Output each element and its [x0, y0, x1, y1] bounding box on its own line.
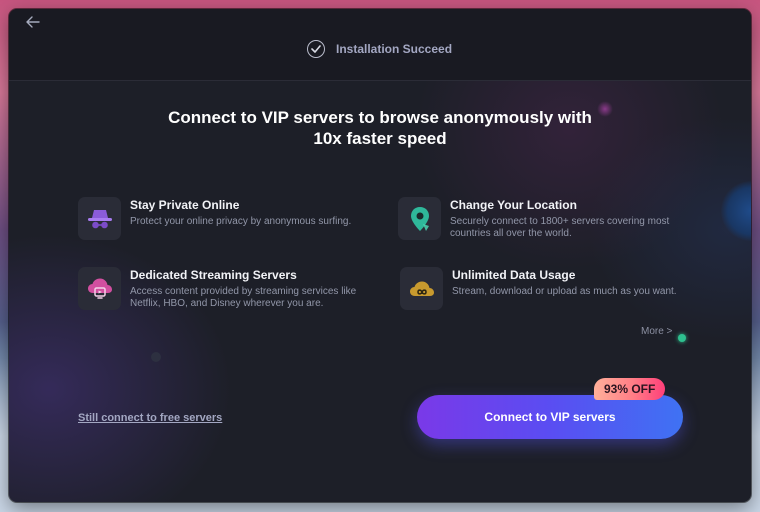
feature-description: Securely connect to 1800+ servers coveri…: [450, 216, 669, 240]
feature-description: Protect your online privacy by anonymous…: [130, 216, 352, 227]
streaming-cloud-icon: [78, 267, 121, 310]
desktop-background: Installation Succeed Connect to VIP serv…: [0, 0, 760, 512]
more-link[interactable]: More >: [641, 326, 672, 337]
feature-description: Stream, download or upload as much as yo…: [452, 286, 677, 297]
feature-description: Access content provided by streaming ser…: [130, 286, 356, 310]
incognito-icon: [78, 197, 121, 240]
feature-stay-private: Stay Private Online Protect your online …: [78, 197, 351, 240]
infinity-cloud-icon: [400, 267, 443, 310]
page-headline: Connect to VIP servers to browse anonymo…: [80, 107, 680, 149]
vpn-app-window: Installation Succeed Connect to VIP serv…: [9, 9, 751, 502]
decorative-glow: [597, 101, 613, 117]
description-line: Netflix, HBO, and Disney wherever you ar…: [130, 298, 324, 309]
feature-unlimited-data: Unlimited Data Usage Stream, download or…: [400, 267, 677, 310]
check-circle-icon: [307, 40, 325, 58]
headline-line-2: 10x faster speed: [313, 129, 447, 148]
status-text: Installation Succeed: [336, 42, 453, 56]
description-line: countries all over the world.: [450, 228, 572, 239]
arrow-left-icon: [26, 16, 40, 28]
description-line: Securely connect to 1800+ servers coveri…: [450, 216, 670, 227]
feature-title: Unlimited Data Usage: [452, 268, 576, 282]
discount-badge: 93% OFF: [594, 378, 666, 400]
decorative-dot: [678, 334, 686, 342]
feature-title: Dedicated Streaming Servers: [130, 268, 297, 282]
decorative-circle: [721, 181, 751, 241]
feature-streaming-servers: Dedicated Streaming Servers Access conte…: [78, 267, 356, 310]
feature-title: Stay Private Online: [130, 198, 240, 212]
connect-vip-button[interactable]: Connect to VIP servers: [417, 395, 683, 439]
header-bar: Installation Succeed: [9, 9, 751, 81]
location-pin-icon: [398, 197, 441, 240]
feature-change-location: Change Your Location Securely connect to…: [398, 197, 669, 240]
back-button[interactable]: [26, 15, 44, 33]
headline-line-1: Connect to VIP servers to browse anonymo…: [168, 108, 592, 127]
installation-status: Installation Succeed: [307, 39, 452, 59]
decorative-dot: [151, 352, 161, 362]
feature-title: Change Your Location: [450, 198, 577, 212]
description-line: Access content provided by streaming ser…: [130, 286, 357, 297]
free-servers-link[interactable]: Still connect to free servers: [78, 412, 222, 424]
